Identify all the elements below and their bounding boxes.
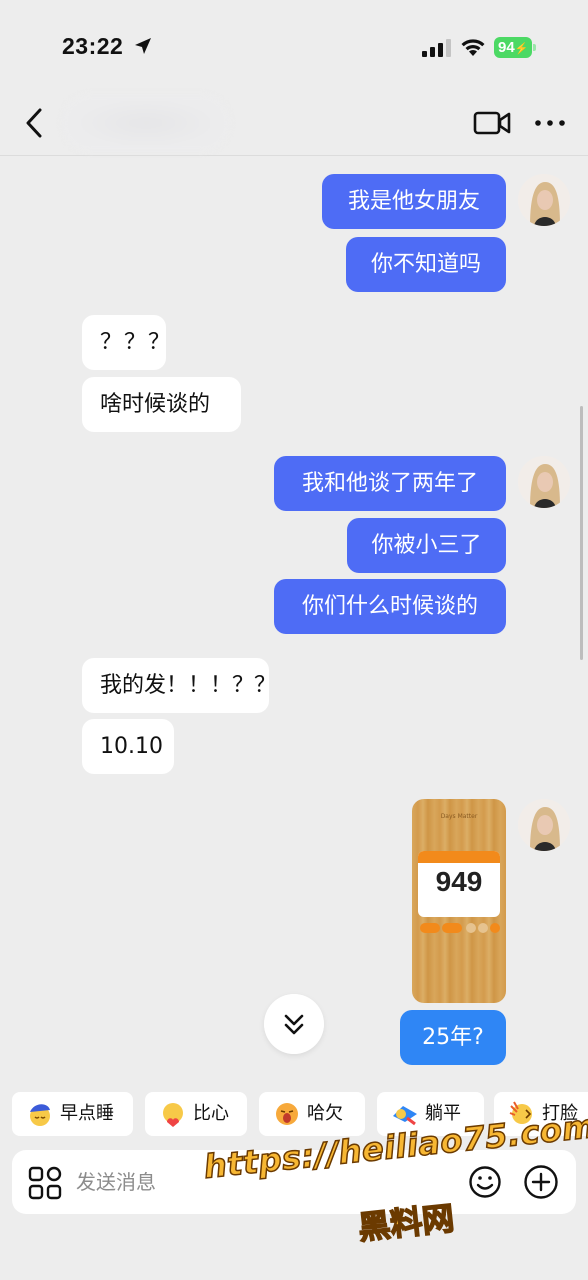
quick-reply-chip[interactable]: 哈欠 xyxy=(259,1092,365,1136)
scrollbar[interactable] xyxy=(580,406,583,660)
image-dot xyxy=(466,923,476,933)
scroll-to-bottom-icon[interactable] xyxy=(264,994,324,1054)
charging-bolt-icon: ⚡ xyxy=(514,43,529,55)
user-avatar[interactable] xyxy=(518,799,570,851)
watermark-site-name: 黑料网 xyxy=(356,1198,457,1247)
more-icon[interactable] xyxy=(532,110,568,136)
emoji-icon[interactable] xyxy=(468,1165,502,1199)
image-message[interactable]: Days Matter 949 xyxy=(412,799,506,1003)
battery-indicator: 94⚡ xyxy=(494,37,536,58)
status-time: 23:22 xyxy=(62,33,124,59)
back-icon[interactable] xyxy=(18,104,52,142)
image-app-name: Days Matter xyxy=(440,813,478,820)
quick-reply-chip[interactable]: 比心 xyxy=(145,1092,247,1136)
image-pill-button xyxy=(442,923,462,933)
quick-reply-label: 比心 xyxy=(193,1103,229,1124)
apps-grid-icon[interactable] xyxy=(28,1166,62,1200)
message-bubble-outgoing[interactable]: 我是他女朋友 xyxy=(322,174,506,229)
video-call-icon[interactable] xyxy=(472,108,512,138)
message-bubble-incoming[interactable]: ？？？ xyxy=(82,315,170,370)
location-arrow-icon xyxy=(135,38,151,54)
lie-flat-emoji-icon xyxy=(393,1106,417,1126)
status-bar: 23:22 94⚡ xyxy=(0,0,588,90)
quick-reply-label: 早点睡 xyxy=(60,1103,114,1124)
chat-header xyxy=(0,90,588,156)
countdown-panel-header xyxy=(418,851,500,863)
heart-hands-emoji-icon xyxy=(163,1103,183,1127)
message-bubble-outgoing[interactable]: 你被小三了 xyxy=(347,518,506,573)
message-bubble-outgoing[interactable]: 你不知道吗 xyxy=(346,237,506,292)
wifi-icon xyxy=(461,39,485,56)
message-bubble-incoming[interactable]: 我的发！！！？？ xyxy=(82,658,276,713)
yawn-emoji-icon xyxy=(276,1103,298,1125)
plus-icon[interactable] xyxy=(523,1164,559,1200)
quick-reply-label: 哈欠 xyxy=(307,1103,343,1124)
image-add-dot xyxy=(490,923,500,933)
message-bubble-outgoing[interactable]: 25年? xyxy=(400,1010,506,1065)
countdown-panel: 949 xyxy=(418,851,500,917)
cellular-signal-icon xyxy=(422,39,451,57)
image-dot xyxy=(478,923,488,933)
message-bubble-incoming[interactable]: 10.10 xyxy=(82,719,174,774)
user-avatar[interactable] xyxy=(518,174,570,226)
message-bubble-incoming[interactable]: 啥时候谈的 xyxy=(82,377,241,432)
user-avatar[interactable] xyxy=(518,456,570,508)
battery-percent: 94 xyxy=(498,39,515,56)
sleep-emoji-icon xyxy=(30,1104,50,1126)
battery-level: 94⚡ xyxy=(494,37,532,58)
message-bubble-outgoing[interactable]: 我和他谈了两年了 xyxy=(274,456,506,511)
image-pill-button xyxy=(420,923,440,933)
quick-reply-chip[interactable]: 早点睡 xyxy=(12,1092,133,1136)
contact-name-blurred xyxy=(62,94,230,152)
countdown-number: 949 xyxy=(435,866,483,897)
message-bubble-outgoing[interactable]: 你们什么时候谈的 xyxy=(274,579,506,634)
battery-cap xyxy=(533,44,536,51)
